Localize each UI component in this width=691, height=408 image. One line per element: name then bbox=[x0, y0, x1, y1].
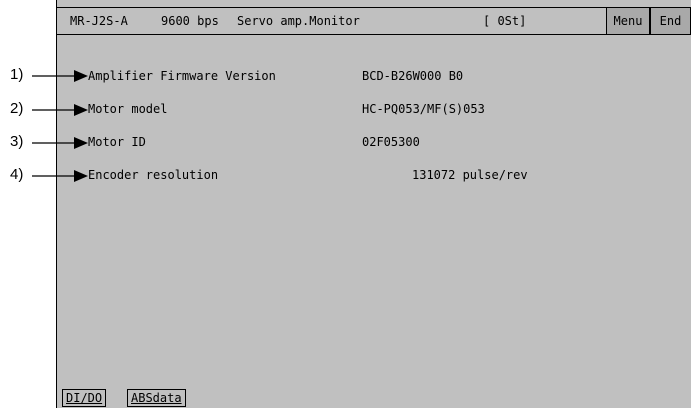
header-bar: MR-J2S-A 9600 bps Servo amp.Monitor [ 0S… bbox=[56, 7, 691, 35]
arrow-right-icon bbox=[32, 70, 88, 82]
arrow-right-icon bbox=[32, 170, 88, 182]
model-name: MR-J2S-A bbox=[70, 14, 128, 28]
page-title: Servo amp.Monitor bbox=[237, 14, 360, 28]
motor-id-label: Motor ID bbox=[88, 135, 146, 149]
absdata-button[interactable]: ABSdata bbox=[127, 389, 186, 407]
motor-id-value: 02F05300 bbox=[362, 135, 420, 149]
di-do-button[interactable]: DI/DO bbox=[62, 389, 107, 407]
end-button[interactable]: End bbox=[650, 7, 691, 35]
encoder-resolution-label: Encoder resolution bbox=[88, 168, 219, 182]
di-do-label: DI/DO bbox=[66, 391, 103, 405]
motor-model-value: HC-PQ053/MF(S)053 bbox=[362, 102, 485, 116]
baud-rate: 9600 bps bbox=[161, 14, 219, 28]
callout-number: 3) bbox=[10, 133, 24, 150]
callout-number: 4) bbox=[10, 166, 24, 183]
firmware-version-value: BCD-B26W000 B0 bbox=[362, 69, 464, 83]
monitor-screen bbox=[56, 0, 691, 408]
callout-number: 2) bbox=[10, 100, 24, 117]
arrow-right-icon bbox=[32, 137, 88, 149]
station-status: [ 0St] bbox=[483, 14, 527, 28]
arrow-right-icon bbox=[32, 104, 88, 116]
firmware-version-label: Amplifier Firmware Version bbox=[88, 69, 276, 83]
menu-button[interactable]: Menu bbox=[606, 7, 650, 35]
motor-model-label: Motor model bbox=[88, 102, 168, 116]
callout-number: 1) bbox=[10, 66, 24, 83]
encoder-resolution-value: 131072 pulse/rev bbox=[412, 168, 528, 182]
absdata-label: ABSdata bbox=[131, 391, 182, 405]
